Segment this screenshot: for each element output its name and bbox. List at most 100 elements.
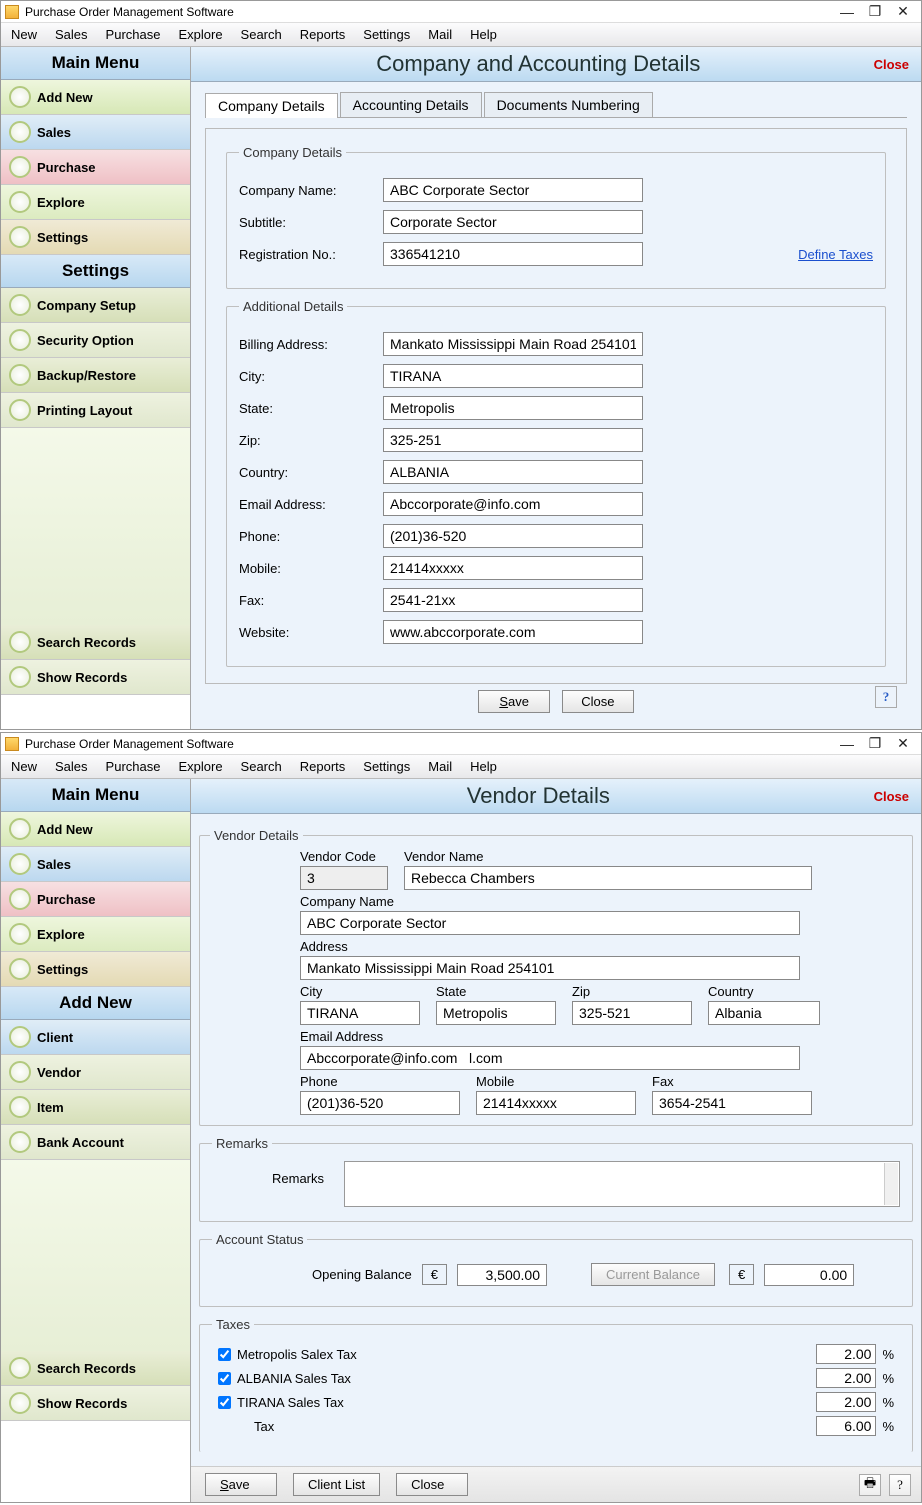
menu-explore[interactable]: Explore <box>178 27 222 42</box>
sidebar-item-add-new[interactable]: Add New <box>1 80 190 115</box>
print-icon[interactable]: 🖶 <box>859 1474 881 1496</box>
subtitle-input[interactable] <box>383 210 643 234</box>
sidebar-item-client[interactable]: Client <box>1 1020 190 1055</box>
tax-total-input[interactable] <box>816 1416 876 1436</box>
vendor-address-input[interactable] <box>300 956 800 980</box>
menu-purchase[interactable]: Purchase <box>106 27 161 42</box>
menu-settings[interactable]: Settings <box>363 27 410 42</box>
scrollbar[interactable] <box>884 1163 898 1205</box>
tax-value-input[interactable] <box>816 1344 876 1364</box>
sidebar-item-explore[interactable]: Explore <box>1 917 190 952</box>
menu-explore[interactable]: Explore <box>178 759 222 774</box>
tax-checkbox[interactable] <box>218 1396 231 1409</box>
sidebar-item-bank[interactable]: Bank Account <box>1 1125 190 1160</box>
tab-accounting-details[interactable]: Accounting Details <box>340 92 482 117</box>
vendor-city-input[interactable] <box>300 1001 420 1025</box>
current-balance-input[interactable] <box>764 1264 854 1286</box>
tax-checkbox[interactable] <box>218 1372 231 1385</box>
mobile-input[interactable] <box>383 556 643 580</box>
email-input[interactable] <box>383 492 643 516</box>
menu-reports[interactable]: Reports <box>300 759 346 774</box>
sidebar-item-security[interactable]: Security Option <box>1 323 190 358</box>
city-input[interactable] <box>383 364 643 388</box>
menu-mail[interactable]: Mail <box>428 759 452 774</box>
menu-new[interactable]: New <box>11 759 37 774</box>
menu-search[interactable]: Search <box>241 27 282 42</box>
sidebar-item-search-records[interactable]: Search Records <box>1 625 190 660</box>
remarks-textarea[interactable] <box>344 1161 900 1207</box>
vendor-zip-input[interactable] <box>572 1001 692 1025</box>
close-button[interactable]: Close <box>562 690 634 713</box>
zip-input[interactable] <box>383 428 643 452</box>
vzip-label: Zip <box>572 984 692 999</box>
sidebar-item-settings[interactable]: Settings <box>1 220 190 255</box>
sidebar-item-item[interactable]: Item <box>1 1090 190 1125</box>
state-input[interactable] <box>383 396 643 420</box>
menubar: New Sales Purchase Explore Search Report… <box>1 22 921 47</box>
tax-value-input[interactable] <box>816 1368 876 1388</box>
save-button[interactable]: SSaveave <box>478 690 550 713</box>
fax-input[interactable] <box>383 588 643 612</box>
tax-value-input[interactable] <box>816 1392 876 1412</box>
vendor-name-input[interactable] <box>404 866 812 890</box>
sidebar-item-sales[interactable]: Sales <box>1 115 190 150</box>
sidebar-item-backup[interactable]: Backup/Restore <box>1 358 190 393</box>
sidebar-item-purchase[interactable]: Purchase <box>1 882 190 917</box>
menu-help[interactable]: Help <box>470 759 497 774</box>
tax-checkbox[interactable] <box>218 1348 231 1361</box>
sidebar-item-sales[interactable]: Sales <box>1 847 190 882</box>
help-icon[interactable]: ? <box>875 686 897 708</box>
sidebar-item-show-records[interactable]: Show Records <box>1 660 190 695</box>
menu-mail[interactable]: Mail <box>428 27 452 42</box>
tax-name: Metropolis Salex Tax <box>237 1347 816 1362</box>
menu-new[interactable]: New <box>11 27 37 42</box>
registration-input[interactable] <box>383 242 643 266</box>
menu-sales[interactable]: Sales <box>55 27 88 42</box>
client-list-button[interactable]: Client List <box>293 1473 380 1496</box>
opening-balance-input[interactable] <box>457 1264 547 1286</box>
vendor-code-input[interactable] <box>300 866 388 890</box>
compass-icon <box>9 923 31 945</box>
minimize-button[interactable]: — <box>833 736 861 752</box>
country-input[interactable] <box>383 460 643 484</box>
sidebar-item-purchase[interactable]: Purchase <box>1 150 190 185</box>
vendor-state-input[interactable] <box>436 1001 556 1025</box>
menu-reports[interactable]: Reports <box>300 27 346 42</box>
menu-sales[interactable]: Sales <box>55 759 88 774</box>
vendor-phone-input[interactable] <box>300 1091 460 1115</box>
menu-help[interactable]: Help <box>470 27 497 42</box>
maximize-button[interactable]: ❐ <box>861 3 889 20</box>
sidebar-item-explore[interactable]: Explore <box>1 185 190 220</box>
help-icon[interactable]: ? <box>889 1474 911 1496</box>
billing-input[interactable] <box>383 332 643 356</box>
vendor-company-input[interactable] <box>300 911 800 935</box>
sidebar-item-search-records[interactable]: Search Records <box>1 1351 190 1386</box>
phone-input[interactable] <box>383 524 643 548</box>
tab-company-details[interactable]: Company Details <box>205 93 338 118</box>
sidebar-item-vendor[interactable]: Vendor <box>1 1055 190 1090</box>
close-button[interactable]: Close <box>396 1473 468 1496</box>
save-button[interactable]: SaveSave <box>205 1473 277 1496</box>
panel-close-link[interactable]: Close <box>874 57 909 72</box>
sidebar-item-show-records[interactable]: Show Records <box>1 1386 190 1421</box>
vendor-fax-input[interactable] <box>652 1091 812 1115</box>
menu-purchase[interactable]: Purchase <box>106 759 161 774</box>
vendor-email-input[interactable] <box>300 1046 800 1070</box>
menu-search[interactable]: Search <box>241 759 282 774</box>
sidebar-item-printing[interactable]: Printing Layout <box>1 393 190 428</box>
company-name-input[interactable] <box>383 178 643 202</box>
website-input[interactable] <box>383 620 643 644</box>
sidebar-item-add-new[interactable]: Add New <box>1 812 190 847</box>
sidebar-item-company-setup[interactable]: Company Setup <box>1 288 190 323</box>
menu-settings[interactable]: Settings <box>363 759 410 774</box>
close-window-button[interactable]: ✕ <box>889 735 917 752</box>
minimize-button[interactable]: — <box>833 4 861 20</box>
tab-documents-numbering[interactable]: Documents Numbering <box>484 92 653 117</box>
vendor-mobile-input[interactable] <box>476 1091 636 1115</box>
close-window-button[interactable]: ✕ <box>889 3 917 20</box>
define-taxes-link[interactable]: Define Taxes <box>798 247 873 262</box>
maximize-button[interactable]: ❐ <box>861 735 889 752</box>
vendor-country-input[interactable] <box>708 1001 820 1025</box>
sidebar-item-settings[interactable]: Settings <box>1 952 190 987</box>
panel-close-link[interactable]: Close <box>874 789 909 804</box>
